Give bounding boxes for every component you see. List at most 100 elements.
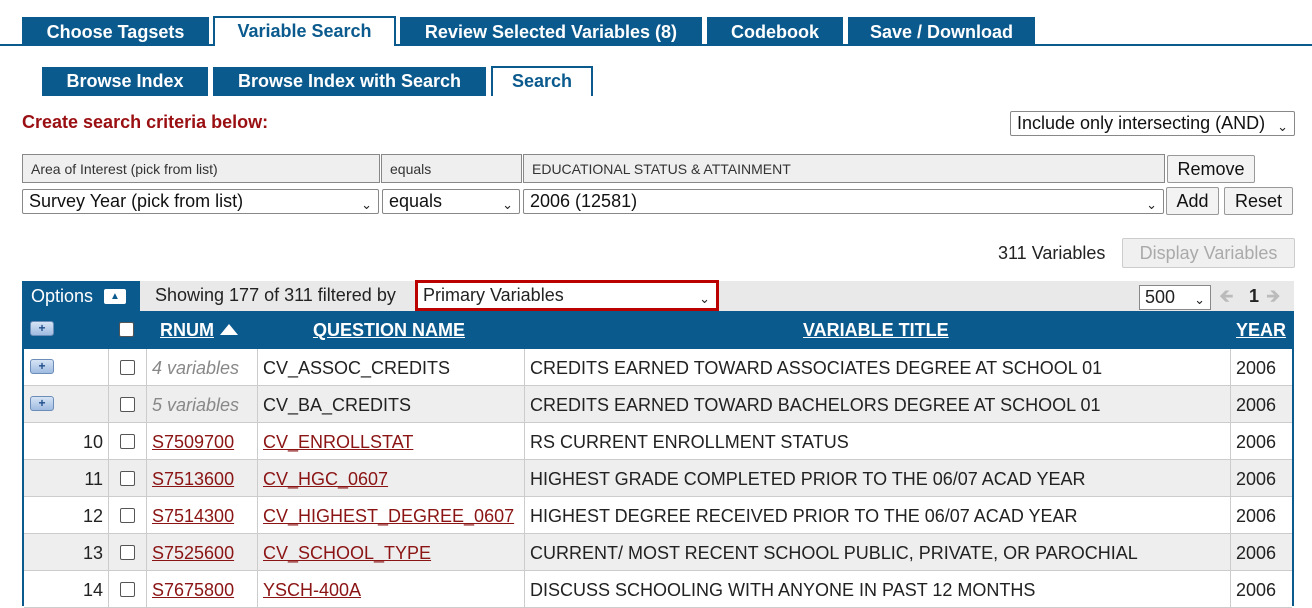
rnum-link[interactable]: S7514300 (152, 506, 234, 527)
tab-variable-search[interactable]: Variable Search (213, 16, 396, 46)
variable-title: HIGHEST GRADE COMPLETED PRIOR TO THE 06/… (530, 469, 1086, 489)
column-divider (1230, 571, 1231, 608)
variable-title: DISCUSS SCHOOLING WITH ANYONE IN PAST 12… (530, 580, 1036, 600)
question-name[interactable]: CV_HGC_0607 (263, 469, 388, 490)
page-size-value: 500 (1145, 287, 1176, 307)
row-checkbox[interactable] (120, 471, 135, 486)
criteria-heading: Create search criteria below: (22, 112, 269, 132)
remove-button[interactable]: Remove (1167, 155, 1255, 183)
display-variables-button[interactable]: Display Variables (1122, 238, 1295, 268)
column-divider (257, 571, 258, 608)
column-divider (146, 460, 147, 497)
column-divider (1230, 349, 1231, 386)
options-toggle[interactable]: Options ▲ (22, 281, 140, 311)
column-divider (108, 534, 109, 571)
column-divider (257, 497, 258, 534)
combine-mode-value: Include only intersecting (AND) (1017, 113, 1266, 133)
reset-button[interactable]: Reset (1224, 187, 1293, 215)
chevron-down-icon: ⌄ (361, 197, 372, 212)
page-size-select[interactable]: 500 ⌄ (1139, 285, 1211, 310)
row-checkbox[interactable] (120, 360, 135, 375)
subtab-search[interactable]: Search (491, 66, 593, 96)
column-divider (257, 460, 258, 497)
row-number: 12 (82, 506, 103, 526)
tab-save-download[interactable]: Save / Download (848, 17, 1035, 45)
column-divider (524, 349, 525, 386)
tab-codebook[interactable]: Codebook (707, 17, 843, 45)
survey-year-field-select[interactable]: Survey Year (pick from list) ⌄ (22, 189, 379, 214)
column-divider (1230, 534, 1231, 571)
column-divider (146, 423, 147, 460)
year-cell: 2006 (1236, 506, 1277, 526)
collapse-up-icon[interactable]: ▲ (104, 289, 126, 304)
operator-select[interactable]: equals ⌄ (382, 189, 520, 214)
question-name[interactable]: CV_ENROLLSTAT (263, 432, 413, 453)
column-divider (108, 423, 109, 460)
column-divider (524, 571, 525, 608)
question-name[interactable]: CV_SCHOOL_TYPE (263, 543, 431, 564)
column-divider (108, 571, 109, 608)
variable-title: CREDITS EARNED TOWARD BACHELORS DEGREE A… (530, 395, 1101, 415)
variable-group-count: 4 variables (152, 358, 240, 378)
add-button[interactable]: Add (1166, 187, 1219, 215)
year-cell: 2006 (1236, 580, 1277, 600)
column-divider (108, 497, 109, 534)
next-page-icon[interactable]: 🡺 (1266, 284, 1281, 314)
showing-text: Showing 177 of 311 filtered by (155, 285, 396, 305)
chevron-down-icon: ⌄ (699, 291, 710, 306)
rnum-link[interactable]: S7525600 (152, 543, 234, 564)
criteria-row2-op: equals (389, 191, 443, 211)
column-divider (257, 534, 258, 571)
expand-row-icon[interactable]: + (30, 396, 54, 411)
column-divider (108, 386, 109, 423)
year-cell: 2006 (1236, 432, 1277, 452)
expand-row-icon[interactable]: + (30, 359, 54, 374)
column-divider (146, 534, 147, 571)
year-cell: 2006 (1236, 469, 1277, 489)
filter-value: Primary Variables (423, 285, 564, 305)
rnum-link[interactable]: S7509700 (152, 432, 234, 453)
filter-select[interactable]: Primary Variables ⌄ (415, 280, 719, 311)
row-checkbox[interactable] (120, 508, 135, 523)
variable-title: RS CURRENT ENROLLMENT STATUS (530, 432, 849, 452)
criteria-row1-op: equals (381, 154, 522, 183)
criteria-row2-value: 2006 (12581) (530, 191, 638, 211)
subtab-browse-index[interactable]: Browse Index (42, 67, 208, 96)
subtab-browse-index-search[interactable]: Browse Index with Search (213, 67, 486, 96)
column-divider (524, 423, 525, 460)
row-checkbox[interactable] (120, 545, 135, 560)
row-checkbox[interactable] (120, 434, 135, 449)
question-name[interactable]: YSCH-400A (263, 580, 361, 601)
variable-title: CREDITS EARNED TOWARD ASSOCIATES DEGREE … (530, 358, 1103, 378)
column-divider (524, 460, 525, 497)
column-divider (524, 534, 525, 571)
survey-year-value-select[interactable]: 2006 (12581) ⌄ (523, 189, 1164, 214)
column-divider (108, 460, 109, 497)
column-divider (257, 386, 258, 423)
column-divider (1230, 497, 1231, 534)
question-name: CV_BA_CREDITS (263, 395, 412, 415)
column-divider (257, 423, 258, 460)
variable-title: CURRENT/ MOST RECENT SCHOOL PUBLIC, PRIV… (530, 543, 1138, 563)
chevron-down-icon: ⌄ (1146, 197, 1157, 212)
column-divider (1230, 460, 1231, 497)
variable-count: 311 Variables (998, 243, 1106, 263)
criteria-row1-value: EDUCATIONAL STATUS & ATTAINMENT (523, 154, 1165, 183)
criteria-row1-field: Area of Interest (pick from list) (22, 154, 380, 183)
variable-group-count: 5 variables (152, 395, 240, 415)
column-divider (146, 571, 147, 608)
combine-mode-select[interactable]: Include only intersecting (AND) ⌄ (1010, 111, 1295, 136)
prev-page-icon[interactable]: 🡸 (1219, 284, 1234, 314)
column-divider (524, 386, 525, 423)
rnum-link[interactable]: S7675800 (152, 580, 234, 601)
question-name[interactable]: CV_HIGHEST_DEGREE_0607 (263, 506, 514, 527)
row-number: 10 (82, 432, 103, 452)
tab-review-selected[interactable]: Review Selected Variables (8) (400, 17, 702, 45)
row-checkbox[interactable] (120, 582, 135, 597)
column-divider (146, 497, 147, 534)
rnum-link[interactable]: S7513600 (152, 469, 234, 490)
column-divider (146, 349, 147, 386)
row-number: 14 (82, 580, 103, 600)
tab-choose-tagsets[interactable]: Choose Tagsets (22, 17, 209, 45)
row-checkbox[interactable] (120, 397, 135, 412)
